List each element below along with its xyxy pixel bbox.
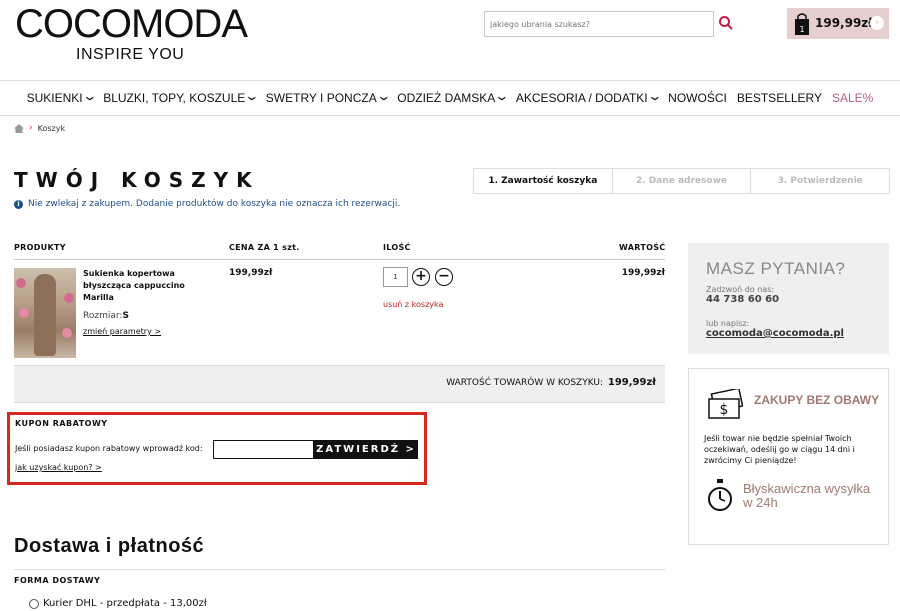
delivery-subtitle: FORMA DOSTAWY — [14, 576, 101, 585]
logo-wordmark: COCOMODA — [15, 2, 248, 46]
product-name[interactable]: Sukienka kopertowa błyszcząca cappuccino… — [83, 268, 203, 304]
row-total: 199,99zł — [621, 268, 665, 278]
summary-label: WARTOŚĆ TOWARÓW W KOSZYKU: — [446, 378, 603, 388]
header-qty: ILOŚĆ — [383, 243, 411, 252]
help-title: MASZ PYTANIA? — [706, 259, 846, 278]
chevron-down-icon: ❯ — [379, 94, 388, 102]
coupon-code-input[interactable] — [213, 440, 314, 459]
home-icon[interactable] — [14, 123, 24, 133]
step-cart: 1. Zawartość koszyka — [473, 168, 613, 194]
divider — [0, 115, 900, 116]
delivery-option-label: Kurier DHL - przedpłata - 13,00zł — [43, 598, 207, 609]
remove-from-cart-link[interactable]: usuń z koszyka — [383, 300, 443, 309]
logo[interactable]: COCOMODA INSPIRE YOU — [15, 2, 248, 64]
chevron-down-icon: ❯ — [85, 94, 94, 102]
coupon-submit-button[interactable]: ZATWIERDŹ > — [314, 440, 418, 459]
money-icon: $ — [708, 389, 743, 419]
nav-item-akcesoria[interactable]: AKCESORIA / DODATKI ❯ — [516, 91, 659, 105]
chevron-right-icon: › — [29, 123, 33, 133]
cart-button[interactable]: 1 199,99zł › — [787, 8, 889, 39]
breadcrumb: › Koszyk — [14, 123, 65, 133]
delivery-title: Dostawa i płatność — [14, 535, 205, 557]
header-value: WARTOŚĆ — [619, 243, 666, 252]
delivery-option[interactable]: Kurier DHL - przedpłata - 13,00zł — [29, 598, 207, 609]
stopwatch-icon — [708, 479, 732, 511]
summary-value: 199,99zł — [607, 377, 656, 388]
product-size: Rozmiar:S — [83, 311, 129, 321]
unit-price: 199,99zł — [229, 268, 273, 278]
step-confirm: 3. Potwierdzenie — [751, 168, 891, 194]
search-input[interactable] — [484, 11, 714, 37]
guarantee-title: ZAKUPY BEZ OBAWY — [754, 393, 880, 407]
phone-number[interactable]: 44 738 60 60 — [706, 294, 871, 305]
quantity-input[interactable]: 1 — [383, 267, 408, 287]
cart-summary: WARTOŚĆ TOWARÓW W KOSZYKU: 199,99zł — [14, 365, 665, 403]
main-nav: SUKIENKI ❯ BLUZKI, TOPY, KOSZULE ❯ SWETRY … — [0, 81, 900, 115]
cart-count: 1 — [799, 25, 804, 34]
search-icon[interactable] — [718, 15, 734, 31]
email-link[interactable]: cocomoda@cocomoda.pl — [706, 328, 871, 339]
chevron-down-icon: ❯ — [248, 94, 257, 102]
checkout-steps: 1. Zawartość koszyka 2. Dane adresowe 3.… — [473, 168, 891, 194]
info-icon: i — [14, 199, 23, 209]
minus-icon[interactable]: − — [435, 268, 453, 286]
nav-item-sukienki[interactable]: SUKIENKI ❯ — [27, 91, 94, 105]
help-box: MASZ PYTANIA? Zadzwoń do nas: 44 738 60 … — [688, 243, 889, 354]
write-label: lub napisz: — [706, 319, 750, 328]
header-product: PRODUKTY — [14, 243, 66, 252]
product-image[interactable] — [14, 268, 76, 358]
coupon-info-link[interactable]: jak uzyskać kupon? > — [15, 463, 102, 472]
nav-item-swetry[interactable]: SWETRY I PONCZA ❯ — [266, 91, 388, 105]
call-label: Zadzwoń do nas: — [706, 285, 775, 294]
header-price: CENA ZA 1 szt. — [229, 243, 300, 252]
info-text: Nie zwlekaj z zakupem. Dodanie produktów… — [28, 199, 401, 209]
chevron-right-icon: › — [870, 16, 884, 30]
info-message: i Nie zwlekaj z zakupem. Dodanie produkt… — [14, 199, 400, 209]
shopping-bag-icon: 1 — [795, 13, 809, 35]
change-params-link[interactable]: zmień parametry > — [83, 327, 161, 336]
nav-item-sale[interactable]: SALE% — [832, 91, 873, 105]
plus-icon[interactable]: + — [412, 268, 430, 286]
chevron-down-icon: ❯ — [498, 94, 507, 102]
nav-item-bluzki[interactable]: BLUZKI, TOPY, KOSZULE ❯ — [103, 91, 256, 105]
step-address: 2. Dane adresowe — [612, 168, 752, 194]
chevron-down-icon: ❯ — [650, 94, 659, 102]
breadcrumb-current: Koszyk — [37, 123, 66, 133]
divider — [14, 569, 665, 570]
nav-item-odziez[interactable]: ODZIEŻ DAMSKA ❯ — [397, 91, 506, 105]
coupon-title: KUPON RABATOWY — [15, 419, 108, 428]
coupon-hint: Jeśli posiadasz kupon rabatowy wprowadź … — [15, 444, 203, 453]
divider — [14, 259, 665, 260]
cart-amount: 199,99zł — [815, 16, 873, 30]
fast-shipping-title: Błyskawiczna wysyłka w 24h — [743, 481, 871, 510]
nav-item-nowosci[interactable]: NOWOŚCI — [668, 91, 727, 105]
guarantee-text: Jeśli towar nie będzie spełniał Twoich o… — [704, 434, 855, 465]
guarantee-box: $ ZAKUPY BEZ OBAWY Jeśli towar nie będzi… — [688, 368, 889, 545]
logo-tagline: INSPIRE YOU — [76, 46, 185, 63]
nav-item-bestsellery[interactable]: BESTSELLERY — [737, 91, 822, 105]
radio-button[interactable] — [29, 598, 39, 609]
svg-text:$: $ — [720, 402, 729, 418]
page-title: TWÓJ KOSZYK — [14, 168, 260, 192]
